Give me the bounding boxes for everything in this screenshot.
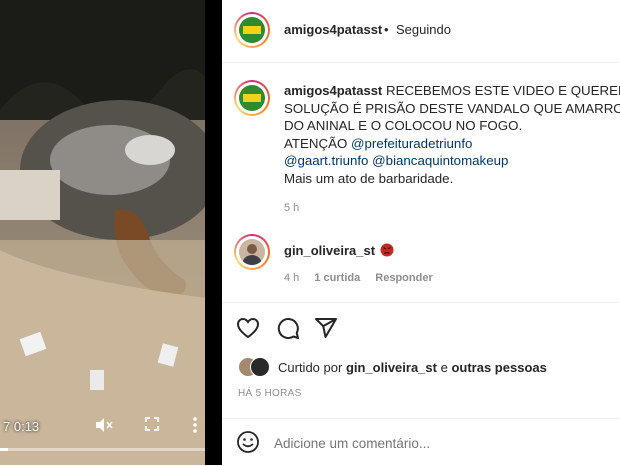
post-header: amigos4patasst • Seguindo [222,0,620,63]
share-icon[interactable] [314,316,338,345]
video-controls: 7 0:13 [0,409,222,465]
comment-username[interactable]: gin_oliveira_st [284,243,375,258]
header-username[interactable]: amigos4patasst [284,22,382,37]
avatar[interactable] [234,12,270,48]
comment-meta: 4 h 1 curtida Responder [284,272,433,284]
add-comment-input[interactable] [272,432,606,454]
comment-icon[interactable] [276,316,300,345]
add-comment-bar [222,418,620,466]
post-panel: amigos4patasst • Seguindo amigos4patasst… [222,0,620,465]
video-frame [0,0,222,465]
mention-link[interactable]: @prefeituradetriunfo [351,136,472,151]
liked-by-avatars [238,357,274,377]
liked-by-others[interactable]: outras pessoas [451,360,546,375]
header-separator: • [384,22,389,37]
comment-likes[interactable]: 1 curtida [314,272,360,284]
video-progress-bar[interactable] [0,448,205,451]
reply-button[interactable]: Responder [375,272,432,284]
mention-link[interactable]: @biancaquintomakeup [372,153,508,168]
post-actions: Curtido por gin_oliveira_st e outras pes… [222,302,620,402]
caption-time[interactable]: 5 h [284,200,620,218]
heart-icon[interactable] [236,316,260,345]
caption-username[interactable]: amigos4patasst [284,83,382,98]
liked-by-prefix: Curtido por [278,360,343,375]
post-timestamp[interactable]: HÁ 5 HORAS [238,388,302,399]
liked-by: Curtido por gin_oliveira_st e outras pes… [278,360,547,375]
mention-link[interactable]: @gaart.triunfo [284,153,368,168]
follow-status[interactable]: Seguindo [396,22,451,37]
comment-time[interactable]: 4 h [284,272,299,284]
caption-line: Mais um ato de barbaridade. [284,170,454,186]
angry-face-icon [380,242,394,259]
video-time: 7 0:13 [3,419,40,434]
liked-by-connector: e [440,360,448,375]
smiley-icon[interactable] [236,430,260,459]
caption-line: DO ANINAL E O COLOCOU NO FOGO. [284,118,523,133]
comments-section: amigos4patasst RECEBEMOS ESTE VIDEO E QU… [222,62,620,303]
caption: amigos4patasst RECEBEMOS ESTE VIDEO E QU… [284,82,620,218]
caption-line: RECEBEMOS ESTE VIDEO E QUEREMOS [385,83,620,98]
comment: gin_oliveira_st [284,242,394,260]
caption-avatar[interactable] [234,80,270,116]
commenter-avatar[interactable] [234,234,270,270]
video-progress-fill [0,448,9,451]
caption-line: ATENÇÃO [284,135,348,151]
liked-by-user[interactable]: gin_oliveira_st [346,360,437,375]
caption-line: SOLUÇÃO É PRISÃO DESTE VANDALO QUE AMARR… [284,100,620,116]
video-side-bar [205,0,222,465]
video-player[interactable]: 7 0:13 [0,0,222,465]
